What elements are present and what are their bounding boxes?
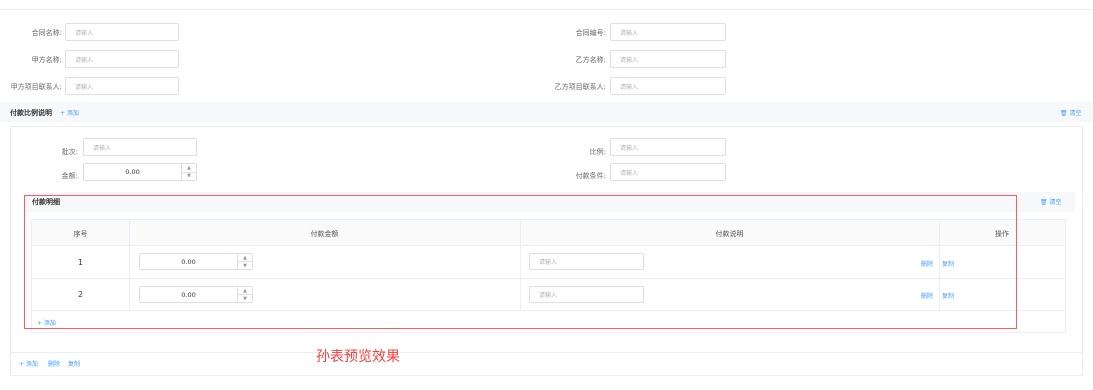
- condition-input[interactable]: 请输入: [610, 163, 726, 181]
- ratio-label: 比例:: [589, 148, 606, 156]
- contract-number-input[interactable]: 请输入: [610, 23, 726, 41]
- party-b-input[interactable]: 请输入: [610, 50, 726, 68]
- chevron-down-icon[interactable]: ▼: [182, 173, 196, 181]
- party-a-label: 甲方名称:: [31, 56, 62, 64]
- top-divider: [0, 9, 1093, 10]
- party-a-input[interactable]: 请输入: [65, 50, 179, 68]
- party-a-contact-input[interactable]: 请输入: [65, 77, 179, 95]
- payment-ratio-header: [0, 102, 1093, 122]
- footer-copy-link[interactable]: 复制: [68, 359, 80, 368]
- batch-input[interactable]: 请输入: [83, 138, 197, 156]
- party-b-label: 乙方名称:: [575, 56, 606, 64]
- amount-value: 0.00: [125, 168, 140, 176]
- trash-icon: 🗑︎: [1060, 110, 1068, 117]
- payment-ratio-clear-label: 清空: [1069, 110, 1082, 117]
- contract-name-label: 合同名称:: [31, 29, 62, 37]
- amount-spin[interactable]: ▲ ▼: [181, 164, 196, 180]
- highlight-box: [24, 195, 1017, 329]
- amount-label: 金额:: [61, 172, 78, 180]
- payment-detail-clear-link[interactable]: 🗑︎ 清空: [1040, 197, 1062, 206]
- payment-detail-clear-label: 清空: [1049, 199, 1062, 206]
- party-b-contact-label: 乙方项目联系人:: [554, 83, 606, 91]
- footer-divider: [11, 352, 1082, 353]
- contract-name-input[interactable]: 请输入: [65, 23, 179, 41]
- footer-delete-link[interactable]: 删除: [48, 359, 60, 368]
- ratio-input[interactable]: 请输入: [610, 138, 726, 156]
- amount-stepper[interactable]: 0.00 ▲ ▼: [83, 163, 197, 181]
- payment-ratio-add-link[interactable]: + 添加: [60, 108, 79, 117]
- annotation-caption: 孙表预览效果: [316, 349, 400, 365]
- party-b-contact-input[interactable]: 请输入: [610, 77, 726, 95]
- contract-number-label: 合同编号:: [575, 29, 606, 37]
- condition-label: 付款条件:: [575, 172, 606, 180]
- footer-add-link[interactable]: + 添加: [19, 359, 38, 368]
- payment-ratio-title: 付款比例说明: [10, 109, 52, 117]
- trash-icon: 🗑︎: [1040, 199, 1048, 206]
- chevron-up-icon[interactable]: ▲: [182, 164, 196, 173]
- party-a-contact-label: 甲方项目联系人:: [10, 83, 62, 91]
- batch-label: 批次:: [61, 148, 78, 156]
- payment-ratio-clear-link[interactable]: 🗑︎ 清空: [1060, 108, 1082, 117]
